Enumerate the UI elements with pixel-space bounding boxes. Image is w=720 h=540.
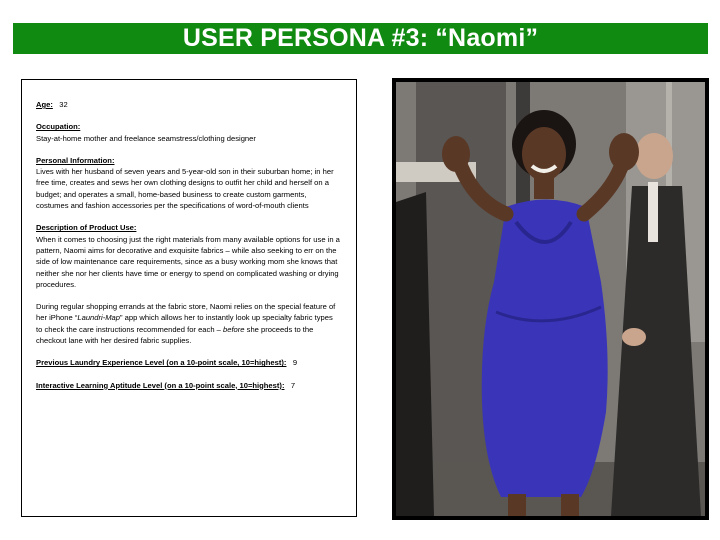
personal-information-label: Personal Information: [36,155,115,165]
product-use-section: Description of Product Use: When it come… [36,222,340,346]
learning-aptitude-section: Interactive Learning Aptitude Level (on … [36,380,340,391]
laundry-experience-value: 9 [292,358,298,368]
persona-details: Age: 32 Occupation: Stay-at-home mother … [36,99,340,402]
persona-photo-frame [392,78,709,520]
product-use-label: Description of Product Use: [36,223,137,233]
occupation-section: Occupation: Stay-at-home mother and free… [36,121,340,144]
persona-card: Age: 32 Occupation: Stay-at-home mother … [21,79,357,517]
before-emphasis: before [223,324,245,334]
age-value: 32 [59,100,68,109]
persona-photo [396,82,705,516]
occupation-label: Occupation: [36,122,81,132]
woman-in-purple-dress-waving-image [396,82,705,516]
learning-aptitude-value: 7 [290,380,296,390]
occupation-text: Stay-at-home mother and freelance seamst… [36,133,256,143]
age-label: Age: [36,100,53,109]
learning-aptitude-label: Interactive Learning Aptitude Level (on … [36,380,285,390]
laundry-experience-section: Previous Laundry Experience Level (on a … [36,357,340,368]
personal-information-text: Lives with her husband of seven years an… [36,167,334,211]
product-use-paragraph-2: During regular shopping errands at the f… [36,301,340,346]
laundry-experience-label: Previous Laundry Experience Level (on a … [36,358,287,368]
page-title: USER PERSONA #3: “Naomi” [182,24,539,52]
product-use-paragraph-1: When it comes to choosing just the right… [36,234,340,289]
title-bar: USER PERSONA #3: “Naomi” [13,23,708,54]
age-section: Age: 32 [36,99,340,110]
app-name: Laundri-Map [77,313,121,323]
personal-information-section: Personal Information: Lives with her hus… [36,155,340,211]
